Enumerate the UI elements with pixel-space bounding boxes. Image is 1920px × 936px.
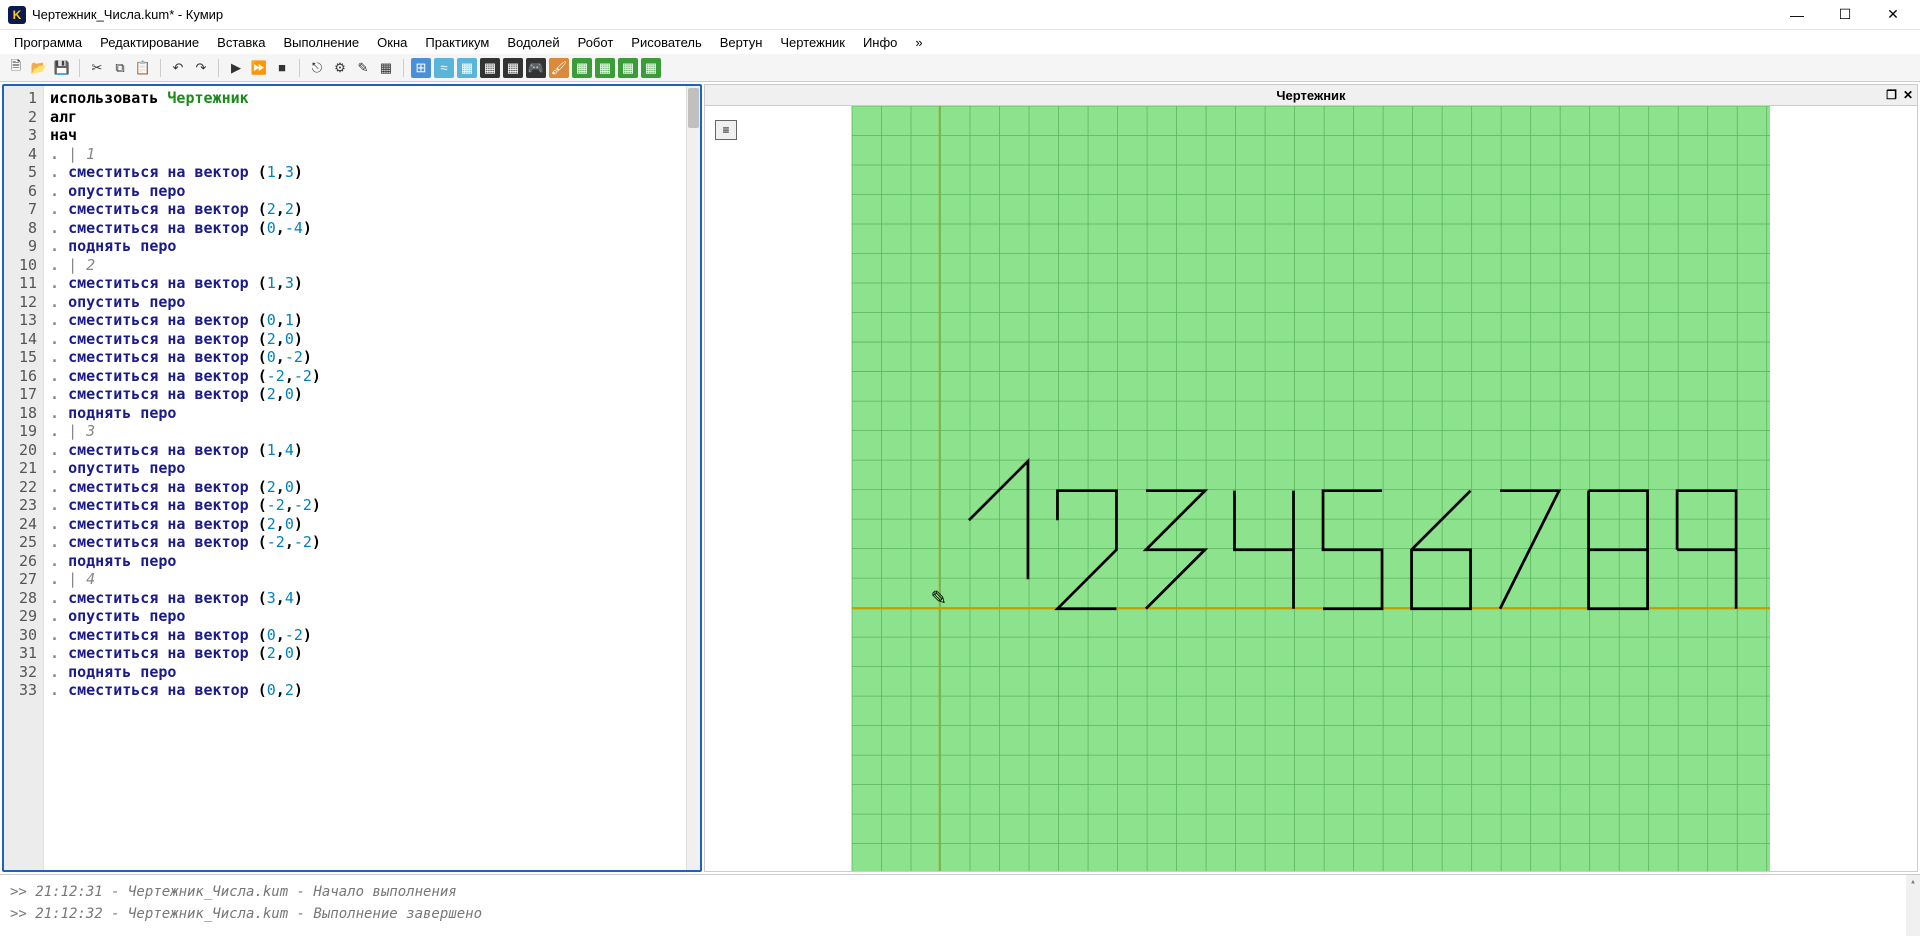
tool-b-icon[interactable]: ⚙: [330, 58, 350, 78]
drawer-svg: ✎: [705, 106, 1917, 871]
menu-программа[interactable]: Программа: [6, 33, 90, 52]
editor-scrollbar[interactable]: [686, 86, 700, 870]
canvas-title-bar: Чертежник ❐ ✕: [704, 84, 1918, 106]
module-10-icon[interactable]: ▦: [618, 58, 638, 78]
separator: [79, 59, 80, 77]
window-title: Чертежник_Числа.kum* - Кумир: [32, 7, 1782, 22]
module-4-icon[interactable]: ▦: [480, 58, 500, 78]
module-5-icon[interactable]: ▦: [503, 58, 523, 78]
tool-a-icon[interactable]: ⎋: [307, 58, 327, 78]
maximize-button[interactable]: ☐: [1830, 5, 1860, 25]
menu-робот[interactable]: Робот: [570, 33, 622, 52]
tool-d-icon[interactable]: ▦: [376, 58, 396, 78]
module-8-icon[interactable]: ▦: [572, 58, 592, 78]
separator: [160, 59, 161, 77]
menu-водолей[interactable]: Водолей: [499, 33, 567, 52]
separator: [218, 59, 219, 77]
scrollbar-thumb[interactable]: [688, 88, 699, 128]
open-file-icon[interactable]: 📂: [29, 58, 49, 78]
svg-text:✎: ✎: [931, 587, 947, 609]
console-scrollbar[interactable]: ▴: [1906, 875, 1920, 936]
stop-icon[interactable]: ■: [272, 58, 292, 78]
paste-icon[interactable]: 📋: [133, 58, 153, 78]
menu-инфо[interactable]: Инфо: [855, 33, 905, 52]
menu-вставка[interactable]: Вставка: [209, 33, 273, 52]
menu-редактирование[interactable]: Редактирование: [92, 33, 207, 52]
app-icon: K: [8, 6, 26, 24]
module-1-icon[interactable]: ⊞: [411, 58, 431, 78]
undo-icon[interactable]: ↶: [168, 58, 188, 78]
menu-вертун[interactable]: Вертун: [712, 33, 771, 52]
menu-выполнение[interactable]: Выполнение: [275, 33, 367, 52]
canvas-menu-button[interactable]: ≡: [715, 120, 737, 140]
redo-icon[interactable]: ↷: [191, 58, 211, 78]
menu-чертежник[interactable]: Чертежник: [772, 33, 853, 52]
menu-рисователь[interactable]: Рисователь: [623, 33, 709, 52]
run-icon[interactable]: ▶: [226, 58, 246, 78]
module-11-icon[interactable]: ▦: [641, 58, 661, 78]
titlebar: K Чертежник_Числа.kum* - Кумир — ☐ ✕: [0, 0, 1920, 30]
canvas-title-label: Чертежник: [1276, 88, 1345, 103]
step-icon[interactable]: ⏩: [249, 58, 269, 78]
menu-окна[interactable]: Окна: [369, 33, 415, 52]
code-area[interactable]: использовать Чертежникалгнач. | 1. смест…: [44, 86, 700, 870]
output-console: >> 21:12:31 - Чертежник_Числа.kum - Нача…: [0, 874, 1920, 936]
console-line: >> 21:12:31 - Чертежник_Числа.kum - Нача…: [10, 881, 1910, 903]
module-9-icon[interactable]: ▦: [595, 58, 615, 78]
brush-icon[interactable]: 🖌: [549, 58, 569, 78]
gamepad-icon[interactable]: 🎮: [526, 58, 546, 78]
copy-icon[interactable]: ⧉: [110, 58, 130, 78]
cut-icon[interactable]: ✂: [87, 58, 107, 78]
new-file-icon[interactable]: 🗎: [6, 58, 26, 78]
separator: [403, 59, 404, 77]
save-icon[interactable]: 💾: [52, 58, 72, 78]
drawing-canvas[interactable]: ≡ ✎: [704, 106, 1918, 872]
module-3-icon[interactable]: ▦: [457, 58, 477, 78]
tool-c-icon[interactable]: ✎: [353, 58, 373, 78]
canvas-close-icon[interactable]: ✕: [1903, 88, 1913, 102]
line-gutter: 1234567891011121314151617181920212223242…: [4, 86, 44, 870]
vodoley-icon[interactable]: ≈: [434, 58, 454, 78]
toolbar: 🗎 📂 💾 ✂ ⧉ 📋 ↶ ↷ ▶ ⏩ ■ ⎋ ⚙ ✎ ▦ ⊞ ≈ ▦ ▦ ▦ …: [0, 54, 1920, 82]
console-line: >> 21:12:32 - Чертежник_Числа.kum - Выпо…: [10, 903, 1910, 925]
close-button[interactable]: ✕: [1878, 5, 1908, 25]
canvas-restore-icon[interactable]: ❐: [1886, 88, 1897, 102]
menu-практикум[interactable]: Практикум: [417, 33, 497, 52]
menu-»[interactable]: »: [907, 33, 930, 52]
minimize-button[interactable]: —: [1782, 5, 1812, 25]
code-editor[interactable]: 1234567891011121314151617181920212223242…: [2, 84, 702, 872]
separator: [299, 59, 300, 77]
menubar: ПрограммаРедактированиеВставкаВыполнение…: [0, 30, 1920, 54]
